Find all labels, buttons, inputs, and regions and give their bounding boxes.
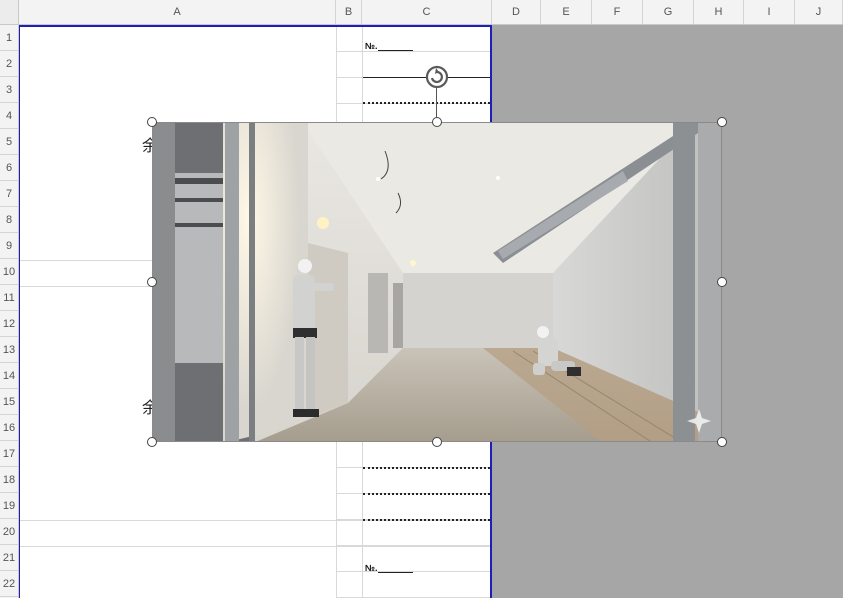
row-header-11[interactable]: 11	[0, 285, 18, 311]
resize-handle-top-left[interactable]	[147, 117, 157, 127]
cell-c1-underline	[378, 50, 413, 51]
column-header-g[interactable]: G	[643, 0, 694, 24]
row-header-1[interactable]: 1	[0, 25, 18, 51]
row-header-12[interactable]: 12	[0, 311, 18, 337]
gridline-row-bc	[336, 571, 490, 572]
cell-c3-dotted-line	[363, 102, 490, 104]
column-header-c[interactable]: C	[362, 0, 492, 24]
construction-photo	[153, 123, 721, 441]
cell-c18-dotted-line	[363, 493, 490, 495]
select-all-corner[interactable]	[0, 0, 19, 25]
row-header-6[interactable]: 6	[0, 155, 18, 181]
column-header-bar: ABCDEFGHIJ	[0, 0, 843, 25]
row-header-2[interactable]: 2	[0, 51, 18, 77]
column-header-e[interactable]: E	[541, 0, 592, 24]
row-header-13[interactable]: 13	[0, 337, 18, 363]
column-header-b[interactable]: B	[336, 0, 362, 24]
row-header-3[interactable]: 3	[0, 77, 18, 103]
row-header-7[interactable]: 7	[0, 181, 18, 207]
row-header-20[interactable]: 20	[0, 519, 18, 545]
gridline-row-20	[19, 546, 492, 547]
cell-c21-number-label: №.	[365, 563, 378, 573]
cell-c1-number-label: №.	[365, 41, 378, 51]
row-header-8[interactable]: 8	[0, 207, 18, 233]
resize-handle-top[interactable]	[432, 117, 442, 127]
column-header-a[interactable]: A	[19, 0, 336, 24]
resize-handle-left[interactable]	[147, 277, 157, 287]
column-header-d[interactable]: D	[492, 0, 541, 24]
column-header-f[interactable]: F	[592, 0, 643, 24]
row-header-10[interactable]: 10	[0, 259, 18, 285]
cell-c19-dotted-line	[363, 519, 490, 521]
cell-c17-dotted-line	[363, 467, 490, 469]
resize-handle-right[interactable]	[717, 277, 727, 287]
row-header-4[interactable]: 4	[0, 103, 18, 129]
resize-handle-top-right[interactable]	[717, 117, 727, 127]
row-header-14[interactable]: 14	[0, 363, 18, 389]
column-header-h[interactable]: H	[694, 0, 744, 24]
rotate-handle-icon[interactable]	[424, 64, 450, 90]
row-header-22[interactable]: 22	[0, 571, 18, 597]
row-header-18[interactable]: 18	[0, 467, 18, 493]
column-header-i[interactable]: I	[744, 0, 795, 24]
inserted-picture[interactable]	[152, 122, 722, 442]
row-header-19[interactable]: 19	[0, 493, 18, 519]
column-header-j[interactable]: J	[795, 0, 843, 24]
row-header-5[interactable]: 5	[0, 129, 18, 155]
row-header-9[interactable]: 9	[0, 233, 18, 259]
row-header-16[interactable]: 16	[0, 415, 18, 441]
row-header-21[interactable]: 21	[0, 545, 18, 571]
spreadsheet-window: №. №. 余 余 ABCDEFGHIJ 1 2 3 4 5 6 7 8 9 10 11 12 13 14…	[0, 0, 843, 598]
resize-handle-bottom[interactable]	[432, 437, 442, 447]
rotate-stem	[436, 88, 437, 117]
resize-handle-bottom-left[interactable]	[147, 437, 157, 447]
resize-handle-bottom-right[interactable]	[717, 437, 727, 447]
cell-c21-underline	[378, 572, 413, 573]
row-header-15[interactable]: 15	[0, 389, 18, 415]
gridline-row-bc	[336, 51, 490, 52]
row-header-bar: 1 2 3 4 5 6 7 8 9 10 11 12 13 14 15 16 17 18 19 20 21 22	[0, 25, 19, 598]
row-header-17[interactable]: 17	[0, 441, 18, 467]
